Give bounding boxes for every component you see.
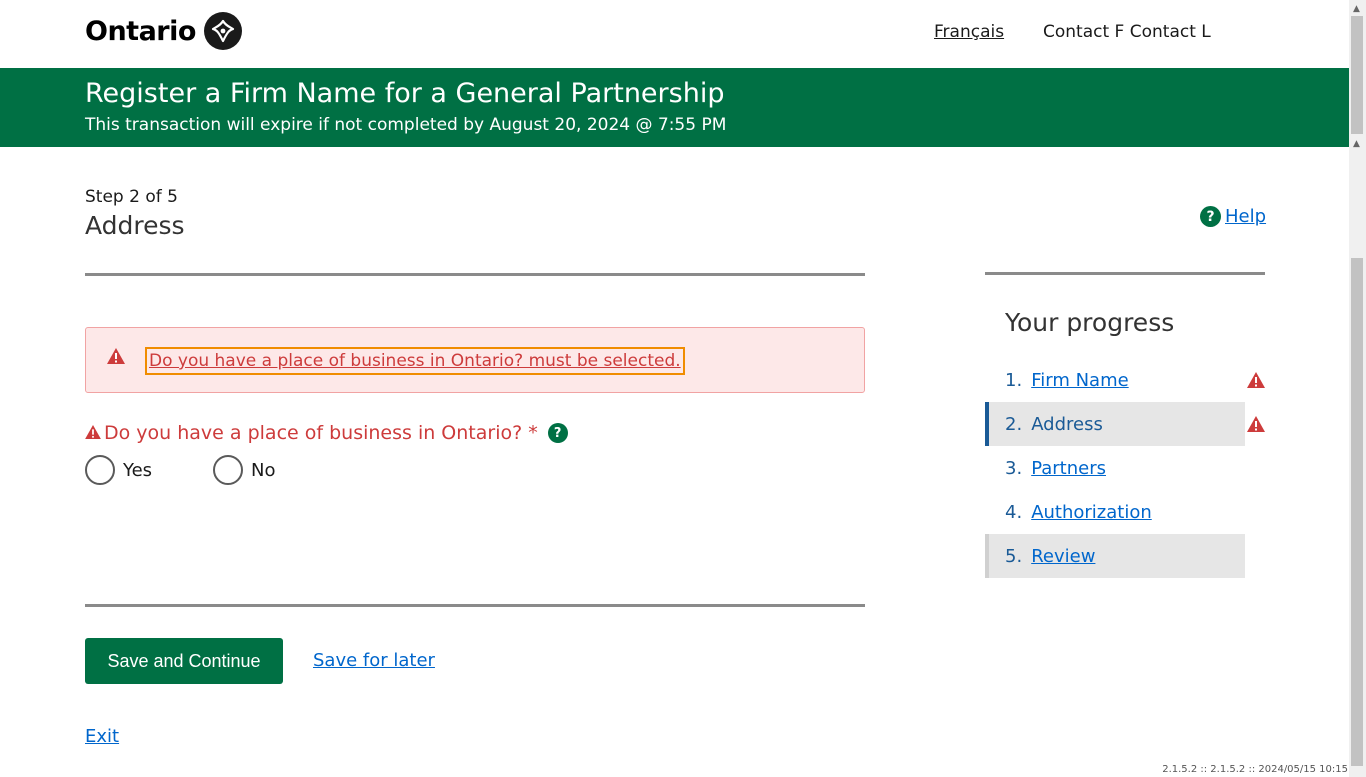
- warning-icon: [107, 348, 125, 368]
- error-message-link[interactable]: Do you have a place of business in Ontar…: [145, 347, 685, 375]
- progress-link[interactable]: Review: [1031, 546, 1095, 567]
- divider: [85, 273, 865, 276]
- question-circle-icon: ?: [1200, 206, 1221, 227]
- question-label: Do you have a place of business in Ontar…: [85, 422, 568, 444]
- radio-yes[interactable]: Yes: [85, 455, 152, 485]
- radio-button[interactable]: [213, 455, 243, 485]
- progress-link[interactable]: Firm Name: [1031, 370, 1129, 391]
- banner-expiry-text: This transaction will expire if not comp…: [85, 115, 727, 135]
- progress-link[interactable]: Address: [1031, 414, 1103, 435]
- logo-text: Ontario: [85, 15, 196, 47]
- help-label[interactable]: Help: [1225, 206, 1266, 227]
- progress-item-firm-name[interactable]: 1. Firm Name: [985, 358, 1245, 402]
- progress-link[interactable]: Authorization: [1031, 502, 1152, 523]
- top-header: Ontario Français Contact F Contact L: [0, 0, 1349, 68]
- progress-number: 1.: [1005, 369, 1023, 391]
- page-scrollbar[interactable]: ▲ ▲: [1349, 0, 1366, 777]
- warning-icon: [85, 422, 101, 444]
- scrollbar-thumb[interactable]: [1351, 16, 1363, 134]
- save-and-continue-button[interactable]: Save and Continue: [85, 638, 283, 684]
- radio-label: Yes: [123, 459, 153, 481]
- radio-no[interactable]: No: [213, 455, 275, 485]
- progress-title: Your progress: [1005, 308, 1175, 337]
- progress-item-review[interactable]: 5. Review: [985, 534, 1245, 578]
- transaction-banner: Register a Firm Name for a General Partn…: [0, 68, 1349, 147]
- question-text: Do you have a place of business in Ontar…: [104, 422, 523, 444]
- scrollbar-thumb[interactable]: [1351, 258, 1363, 766]
- page-title: Address: [85, 211, 185, 240]
- trillium-icon: [203, 12, 242, 50]
- progress-number: 3.: [1005, 457, 1023, 479]
- divider: [85, 604, 865, 607]
- progress-link[interactable]: Partners: [1031, 458, 1106, 479]
- user-menu[interactable]: Contact F Contact L: [1043, 22, 1211, 42]
- banner-title: Register a Firm Name for a General Partn…: [85, 78, 725, 109]
- progress-item-authorization[interactable]: 4. Authorization: [985, 490, 1245, 534]
- scroll-up-arrow-icon[interactable]: ▲: [1353, 139, 1360, 149]
- required-marker: *: [528, 422, 538, 444]
- warning-icon: [1247, 372, 1265, 392]
- progress-item-address[interactable]: 2. Address: [985, 402, 1245, 446]
- radio-label: No: [251, 459, 276, 481]
- progress-number: 5.: [1005, 545, 1023, 567]
- save-for-later-link[interactable]: Save for later: [313, 650, 435, 671]
- progress-number: 4.: [1005, 501, 1023, 523]
- scroll-up-arrow-icon[interactable]: ▲: [1353, 4, 1360, 14]
- warning-icon: [1247, 416, 1265, 436]
- ontario-logo[interactable]: Ontario: [85, 12, 242, 50]
- question-circle-icon[interactable]: ?: [547, 423, 568, 443]
- progress-number: 2.: [1005, 413, 1023, 435]
- divider: [985, 272, 1265, 275]
- language-link[interactable]: Français: [934, 22, 1004, 42]
- error-summary: Do you have a place of business in Ontar…: [85, 327, 865, 393]
- help-link[interactable]: ? Help: [1200, 206, 1266, 227]
- step-indicator: Step 2 of 5: [85, 187, 178, 207]
- progress-item-partners[interactable]: 3. Partners: [985, 446, 1245, 490]
- radio-button[interactable]: [85, 455, 115, 485]
- version-info: 2.1.5.2 :: 2.1.5.2 :: 2024/05/15 10:15: [1162, 764, 1348, 775]
- exit-link[interactable]: Exit: [85, 726, 119, 747]
